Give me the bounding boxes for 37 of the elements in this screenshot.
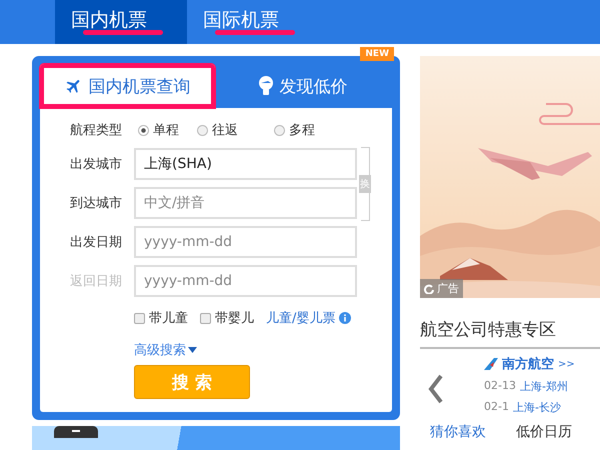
radio-option[interactable]: 多程 <box>274 121 315 139</box>
info-link[interactable]: 儿童/婴儿票 <box>266 309 336 327</box>
advanced-search-link[interactable]: 高级搜索 <box>134 341 197 359</box>
caret-icon <box>188 347 197 353</box>
input-field[interactable]: 中文/拼音 <box>134 187 357 219</box>
route-link[interactable]: 上海-郑州 <box>520 379 568 394</box>
field-label: 出发城市 <box>70 156 123 173</box>
checkbox-option[interactable]: 带婴儿 <box>200 309 254 327</box>
radio-option[interactable]: 往返 <box>197 121 238 139</box>
phone-icon <box>54 426 98 438</box>
route-date: 02-13 <box>484 379 516 394</box>
new-badge: NEW <box>360 47 394 61</box>
input-field[interactable]: yyyy-mm-dd <box>134 226 357 258</box>
radio-option[interactable]: 单程 <box>138 121 179 139</box>
nav-tab[interactable]: 国际机票 <box>187 0 319 44</box>
search-tab[interactable]: 国内机票查询 <box>40 64 215 108</box>
ad-label: 广告 <box>437 281 459 296</box>
section-tab[interactable]: 猜你喜欢 <box>430 423 486 441</box>
more-link[interactable]: >> <box>558 358 575 370</box>
section-tab[interactable]: 低价日历 <box>516 423 572 441</box>
field-label: 到达城市 <box>70 195 123 212</box>
input-field[interactable]: 上海(SHA) <box>134 148 357 180</box>
info-icon[interactable] <box>339 312 352 324</box>
airline-logo-icon <box>484 358 498 370</box>
route-date: 02-1 <box>484 400 509 415</box>
search-tab[interactable]: 发现低价 <box>215 64 390 108</box>
refresh-icon <box>424 284 434 294</box>
nav-tab[interactable]: 国内机票 <box>55 0 187 44</box>
route-link[interactable]: 上海-长沙 <box>512 400 561 415</box>
airline-link[interactable]: 南方航空 <box>502 355 554 373</box>
field-label: 航程类型 <box>70 122 123 139</box>
field-label: 返回日期 <box>70 273 123 290</box>
lightbulb-icon <box>258 75 274 97</box>
field-label: 出发日期 <box>70 234 123 251</box>
plane-icon <box>64 77 82 95</box>
section-title: 航空公司特惠专区 <box>420 318 600 349</box>
checkbox-option[interactable]: 带儿童 <box>134 309 188 327</box>
